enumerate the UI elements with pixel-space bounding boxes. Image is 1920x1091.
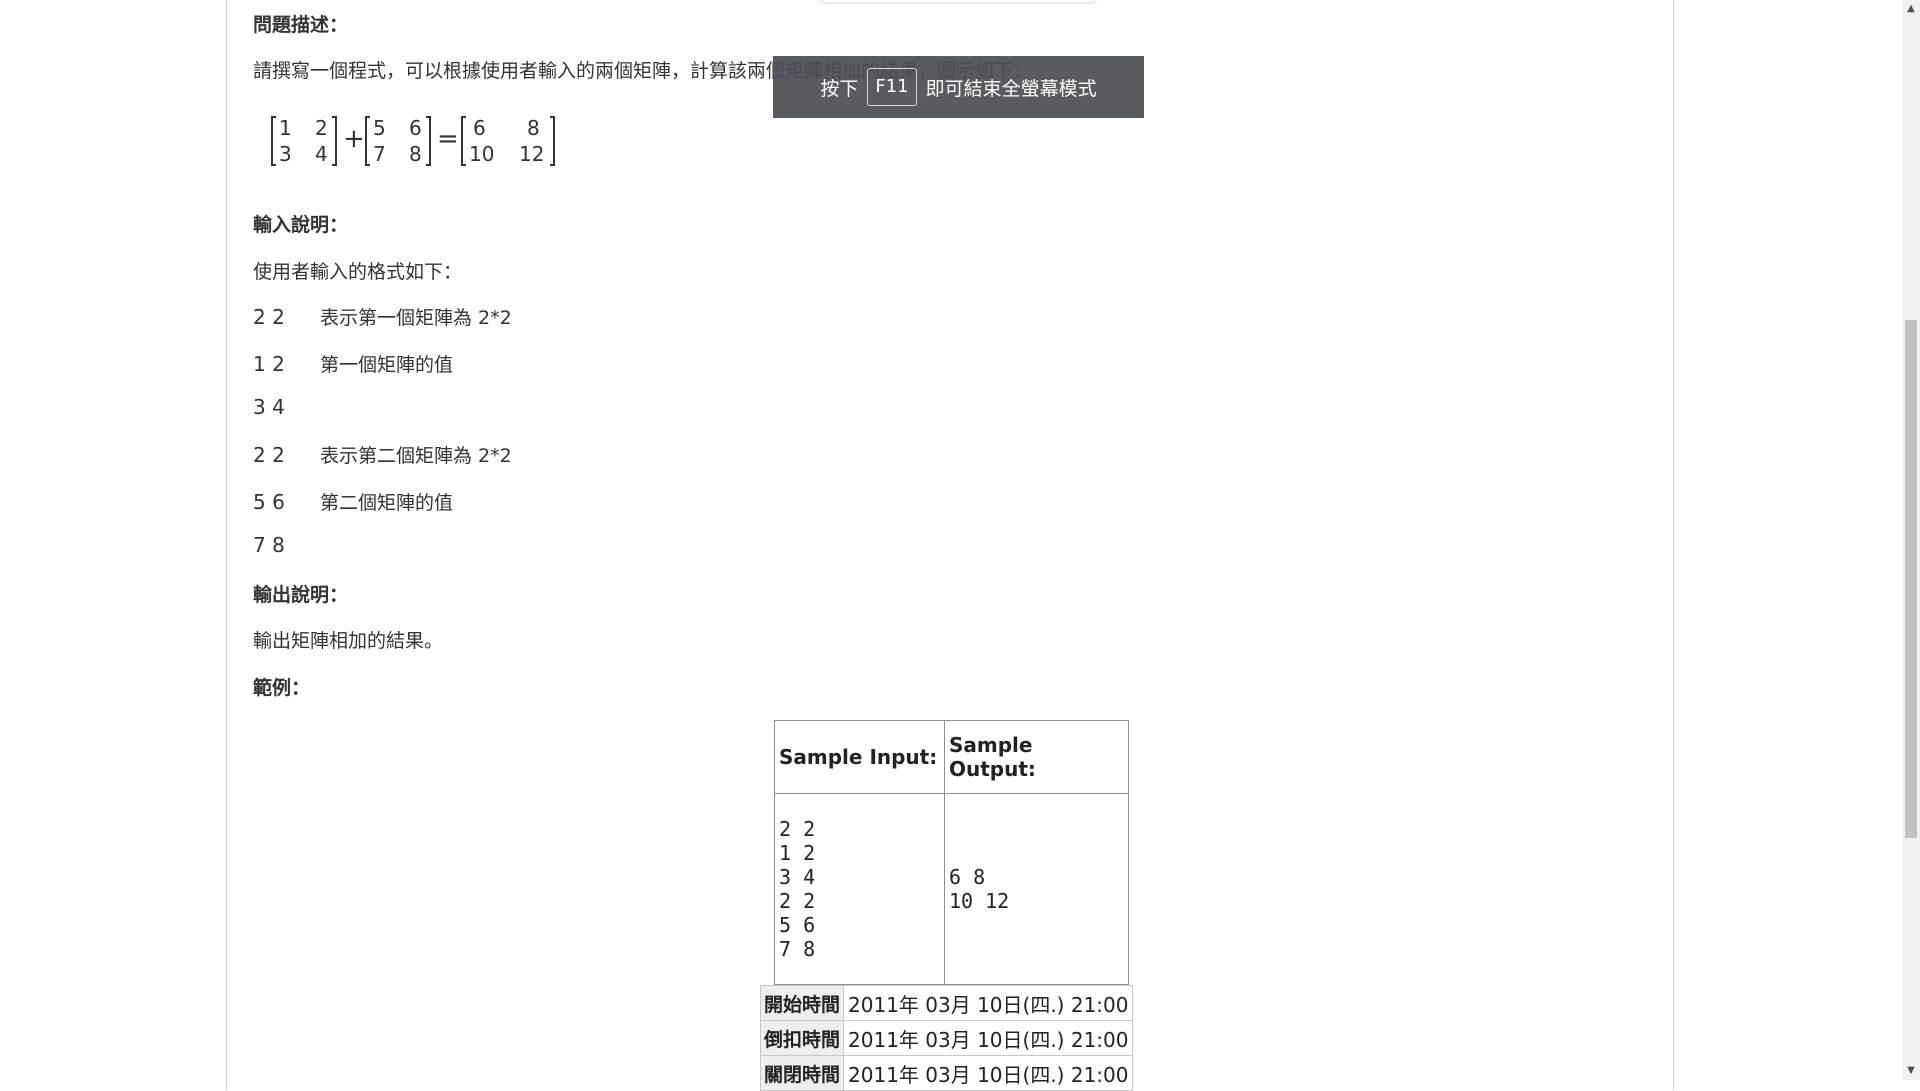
sample-input-line: 2 2 [779, 889, 816, 913]
sample-input-line: 7 8 [779, 937, 816, 961]
sample-input-line: 2 2 [779, 817, 816, 841]
f11-key: F11 [867, 68, 917, 106]
fullscreen-exit-tab[interactable] [818, 0, 1098, 2]
input-heading: 輸入說明： [253, 214, 349, 236]
page-column: 問題描述： 請撰寫一個程式，可以根據使用者輸入的兩個矩陣，計算該兩個矩陣相加的結… [226, 0, 1674, 1091]
sample-output-line: 10 12 [949, 889, 1010, 913]
input-format-nums: 2 2 [253, 305, 285, 329]
input-format-row: 3 4 [253, 395, 320, 419]
input-format-nums: 1 2 [253, 352, 285, 376]
scroll-up-icon[interactable]: ▲ [1902, 0, 1920, 18]
fullscreen-notice-prefix: 按下 [820, 77, 859, 100]
time-row: 關閉時間 2011年 03月 10日(四.) 21:00 [759, 1055, 1134, 1091]
matrix-result-cell: 8 [527, 116, 540, 140]
equals-sign: = [437, 124, 459, 154]
input-format-nums: 3 4 [253, 395, 285, 419]
matrix-b: 5 6 7 8 [365, 110, 431, 172]
input-format-note: 表示第一個矩陣為 2*2 [320, 307, 512, 329]
sample-output-cell: 6 8 10 12 [944, 793, 1129, 985]
fullscreen-notice: 按下 F11 即可結束全螢幕模式 [773, 56, 1144, 118]
fullscreen-notice-suffix: 即可結束全螢幕模式 [925, 77, 1097, 100]
time-label: 關閉時間 [759, 1055, 845, 1091]
input-format-nums: 2 2 [253, 443, 285, 467]
matrix-result-cell: 12 [519, 142, 545, 166]
matrix-a-cell: 3 [279, 142, 292, 166]
input-format-nums: 7 8 [253, 533, 285, 557]
matrix-a-cell: 2 [315, 116, 328, 140]
scroll-down-icon[interactable]: ▼ [1902, 1062, 1920, 1080]
input-format-note: 第二個矩陣的值 [320, 492, 454, 514]
input-intro: 使用者輸入的格式如下： [253, 261, 463, 283]
output-heading: 輸出說明： [253, 584, 349, 606]
matrix-a-cell: 1 [279, 116, 292, 140]
input-format-note: 表示第二個矩陣為 2*2 [320, 445, 512, 467]
input-format-nums: 5 6 [253, 490, 285, 514]
matrix-b-cell: 5 [373, 116, 386, 140]
input-format-row: 2 2 表示第一個矩陣為 2*2 [253, 303, 512, 330]
time-table: 開始時間 2011年 03月 10日(四.) 21:00 倒扣時間 2011年 … [759, 985, 1134, 1091]
time-value: 2011年 03月 10日(四.) 21:00 [843, 1020, 1134, 1056]
time-row: 開始時間 2011年 03月 10日(四.) 21:00 [759, 985, 1134, 1021]
output-text: 輸出矩陣相加的結果。 [253, 630, 444, 652]
vertical-scrollbar[interactable]: ▲ ▼ [1902, 0, 1920, 1080]
plus-sign: + [343, 124, 365, 154]
sample-output-header: Sample Output: [944, 720, 1129, 794]
input-format-row: 7 8 [253, 533, 320, 557]
matrix-a: 1 2 3 4 [271, 110, 337, 172]
sample-input-cell: 2 2 1 2 3 4 2 2 5 6 7 8 [774, 793, 945, 985]
matrix-b-cell: 8 [409, 142, 422, 166]
scroll-thumb[interactable] [1905, 320, 1917, 838]
sample-input-line: 1 2 [779, 841, 816, 865]
description-heading: 問題描述： [253, 14, 349, 36]
example-heading: 範例： [253, 677, 311, 699]
time-value: 2011年 03月 10日(四.) 21:00 [843, 1055, 1134, 1091]
input-format-row: 2 2 表示第二個矩陣為 2*2 [253, 441, 512, 468]
input-format-row: 5 6 第二個矩陣的值 [253, 488, 453, 515]
input-format-note: 第一個矩陣的值 [320, 354, 454, 376]
input-format-row: 1 2 第一個矩陣的值 [253, 350, 453, 377]
time-value: 2011年 03月 10日(四.) 21:00 [843, 985, 1134, 1021]
sample-output-line: 6 8 [949, 865, 986, 889]
matrix-b-cell: 6 [409, 116, 422, 140]
time-label: 倒扣時間 [759, 1020, 845, 1056]
matrix-b-cell: 7 [373, 142, 386, 166]
matrix-result: 6 8 10 12 [461, 110, 555, 172]
sample-io-table: Sample Input: Sample Output: 2 2 1 2 3 4… [774, 720, 1129, 985]
sample-input-header: Sample Input: [774, 720, 945, 794]
matrix-result-cell: 6 [473, 116, 486, 140]
matrix-a-cell: 4 [315, 142, 328, 166]
sample-input-line: 3 4 [779, 865, 816, 889]
matrix-result-cell: 10 [469, 142, 495, 166]
time-label: 開始時間 [759, 985, 845, 1021]
sample-input-line: 5 6 [779, 913, 816, 937]
time-row: 倒扣時間 2011年 03月 10日(四.) 21:00 [759, 1020, 1134, 1056]
